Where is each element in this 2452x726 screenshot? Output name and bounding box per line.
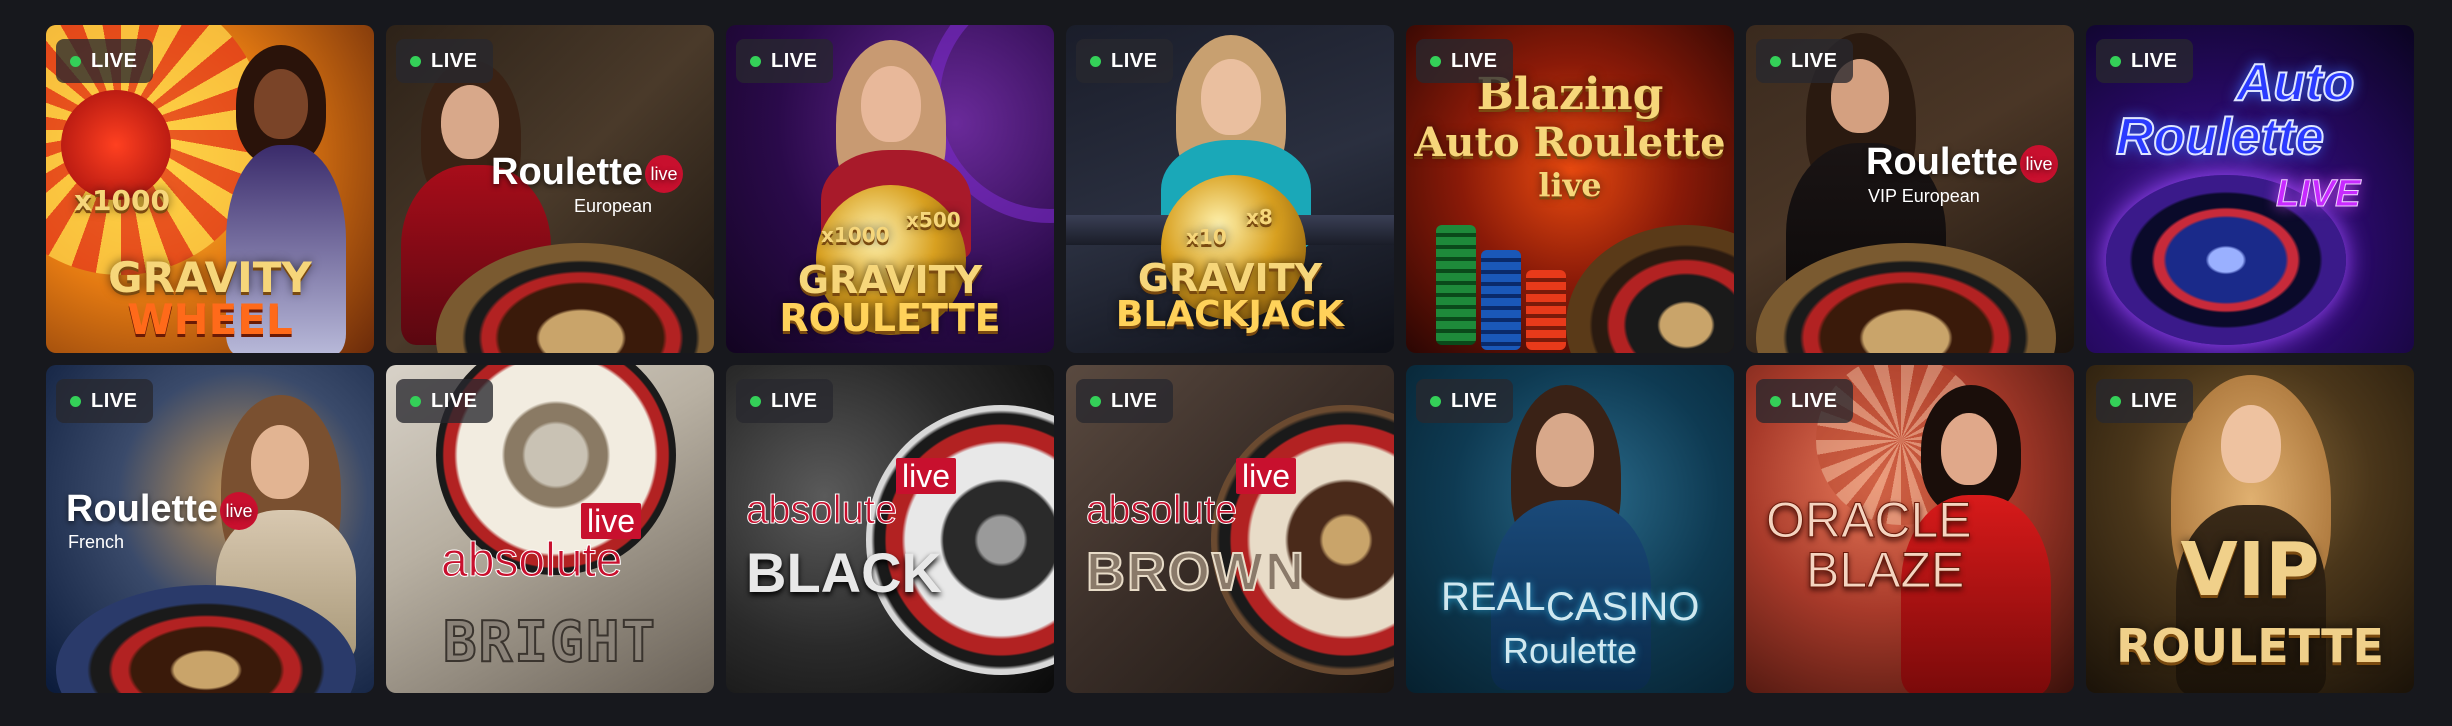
game-logo-line1: GRAVITY <box>108 253 312 302</box>
roulette-wheel <box>1566 225 1734 353</box>
game-logo-title: BROWN <box>1085 542 1306 602</box>
live-badge: LIVE <box>736 379 834 423</box>
game-subtitle: European <box>574 196 653 216</box>
game-logo-line2: Auto Roulette <box>1414 119 1726 166</box>
live-pill: live <box>645 154 683 193</box>
live-dot-icon <box>1770 395 1781 407</box>
live-badge: LIVE <box>56 39 154 83</box>
game-logo-line2: CASINO <box>1546 585 1700 629</box>
live-dot-icon <box>750 395 761 407</box>
game-logo-brand: absolute <box>1085 488 1238 532</box>
live-badge: LIVE <box>1076 39 1174 83</box>
live-badge: LIVE <box>396 39 494 83</box>
multiplier-label: x8 <box>1246 205 1273 229</box>
game-logo-line2: ROULETTE <box>779 296 1001 340</box>
live-badge: LIVE <box>1076 379 1174 423</box>
game-subtitle: French <box>68 532 125 552</box>
game-logo: Roulette <box>66 488 218 530</box>
game-logo-live: live <box>896 458 957 494</box>
live-dot-icon <box>410 395 421 407</box>
game-tile-gravity-roulette[interactable]: x1000 x500 GRAVITY ROULETTE LIVE <box>726 25 1054 353</box>
game-tile-roulette-european[interactable]: Roulette live European LIVE <box>386 25 714 353</box>
game-logo-line2: BLACKJACK <box>1115 294 1345 335</box>
game-logo-live: live <box>1236 458 1297 494</box>
live-badge: LIVE <box>736 39 834 83</box>
game-tile-vip-roulette[interactable]: VIP ROULETTE LIVE <box>2086 365 2414 693</box>
game-tile-gravity-blackjack[interactable]: x10 x8 GRAVITY BLACKJACK LIVE <box>1066 25 1394 353</box>
game-tile-blazing-auto-roulette[interactable]: Blazing Auto Roulette live LIVE <box>1406 25 1734 353</box>
game-logo: Roulette <box>1866 141 2018 183</box>
game-logo-line1: ORACLE <box>1766 492 1973 548</box>
game-logo-line2: ROULETTE <box>2116 619 2384 673</box>
live-dot-icon <box>70 395 81 407</box>
game-tile-absolute-black[interactable]: live absolute BLACK LIVE <box>726 365 1054 693</box>
game-logo-line2: BLAZE <box>1805 542 1965 598</box>
game-logo-line3: Roulette <box>1502 630 1638 671</box>
game-subtitle: VIP European <box>1868 186 1980 206</box>
game-logo-title: BRIGHT <box>442 610 658 675</box>
live-dot-icon <box>1430 395 1441 407</box>
live-badge: LIVE <box>1416 39 1514 83</box>
live-badge: LIVE <box>396 379 494 423</box>
game-tile-absolute-brown[interactable]: live absolute BROWN LIVE <box>1066 365 1394 693</box>
live-dot-icon <box>2110 55 2121 67</box>
game-logo-title: BLACK <box>746 541 942 604</box>
live-dot-icon <box>750 55 761 67</box>
game-logo-brand: absolute <box>440 534 623 587</box>
game-tile-real-casino-roulette[interactable]: REAL CASINO Roulette LIVE <box>1406 365 1734 693</box>
game-tile-auto-roulette-live[interactable]: Auto Roulette LIVE LIVE <box>2086 25 2414 353</box>
live-badge: LIVE <box>1756 379 1854 423</box>
live-dot-icon <box>1090 55 1101 67</box>
live-dot-icon <box>1430 55 1441 67</box>
live-badge: LIVE <box>2096 39 2194 83</box>
game-tile-oracle-blaze[interactable]: ORACLE BLAZE LIVE <box>1746 365 2074 693</box>
live-badge: LIVE <box>1416 379 1514 423</box>
game-logo-line2: WHEEL <box>127 295 293 344</box>
roulette-wheel <box>1211 405 1394 675</box>
game-tile-absolute-bright[interactable]: live absolute BRIGHT LIVE <box>386 365 714 693</box>
live-dot-icon <box>1770 55 1781 67</box>
game-logo: Roulette <box>491 151 643 193</box>
game-logo-line1: REAL <box>1441 575 1546 619</box>
live-badge: LIVE <box>2096 379 2194 423</box>
game-logo-line1: VIP <box>2180 527 2320 613</box>
roulette-wheel <box>866 405 1054 675</box>
live-games-grid: x1000 GRAVITY WHEEL LIVE Roulette live Eu… <box>46 25 2414 693</box>
game-logo-line1: GRAVITY <box>797 258 983 302</box>
multiplier-label: x500 <box>906 208 961 232</box>
game-logo-line1: GRAVITY <box>1137 256 1323 300</box>
live-dot-icon <box>2110 395 2121 407</box>
multiplier-label: x1000 <box>821 223 890 247</box>
game-logo-line1: Auto <box>2235 54 2355 112</box>
game-tile-roulette-french[interactable]: Roulette live French LIVE <box>46 365 374 693</box>
live-dot-icon <box>70 55 81 67</box>
game-logo-line3: live <box>1538 166 1602 204</box>
live-pill: live <box>2020 144 2058 183</box>
live-dot-icon <box>1090 395 1101 407</box>
live-pill: live <box>220 491 258 530</box>
multiplier-label: x1000 <box>74 184 170 217</box>
game-logo-line2: Roulette <box>2115 108 2325 166</box>
live-badge: LIVE <box>1756 39 1854 83</box>
live-badge: LIVE <box>56 379 154 423</box>
game-logo-live: live <box>581 503 642 539</box>
game-tile-roulette-vip-european[interactable]: Roulette live VIP European LIVE <box>1746 25 2074 353</box>
game-logo-line3: LIVE <box>2275 173 2361 215</box>
game-logo-brand: absolute <box>745 488 898 532</box>
multiplier-label: x10 <box>1186 225 1227 249</box>
game-tile-gravity-wheel[interactable]: x1000 GRAVITY WHEEL LIVE <box>46 25 374 353</box>
live-dot-icon <box>410 55 421 67</box>
